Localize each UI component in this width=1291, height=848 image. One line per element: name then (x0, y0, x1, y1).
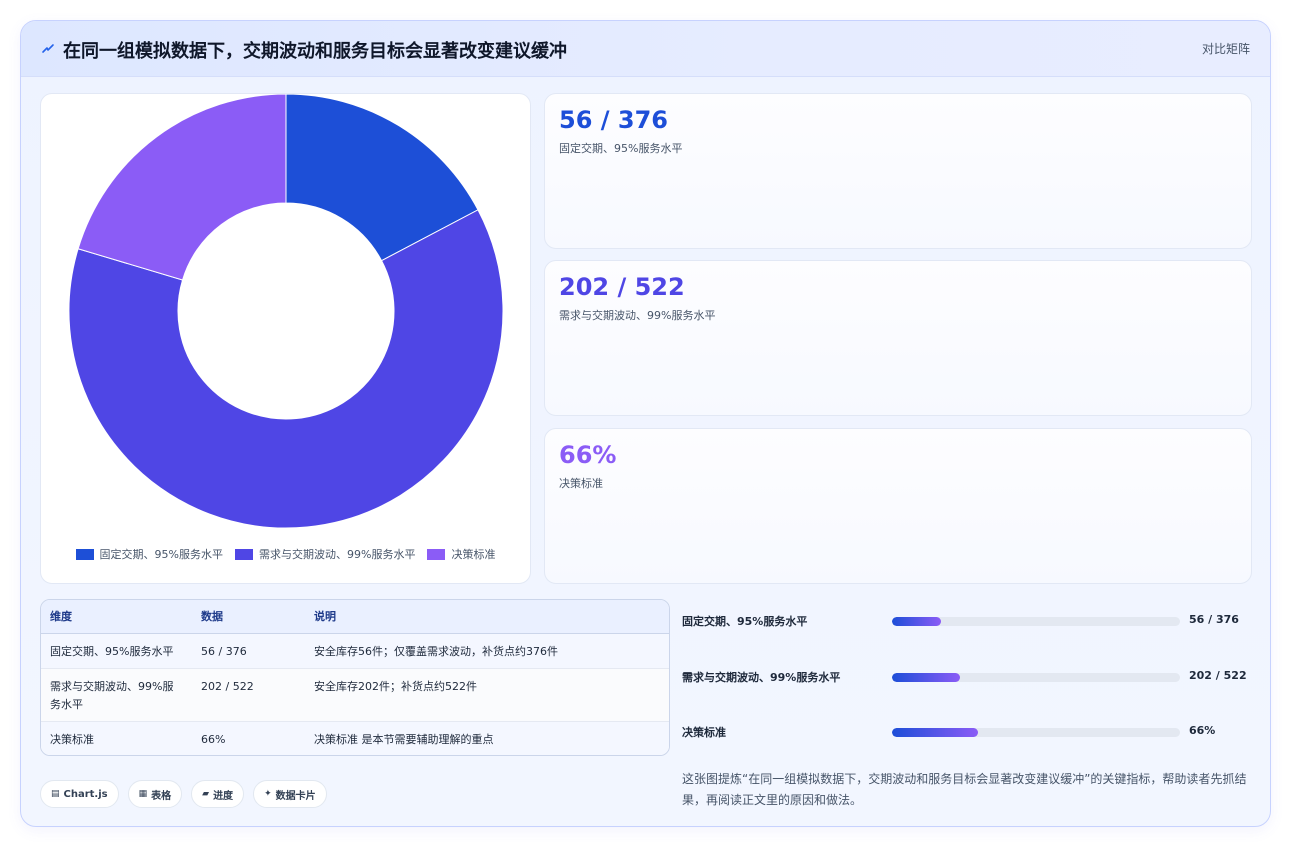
progress-label: 固定交期、95%服务水平 (682, 615, 808, 628)
chart-icon: ▤ (51, 789, 60, 799)
chip-label: 进度 (213, 790, 234, 802)
stat-label: 决策标准 (559, 477, 603, 490)
stat-value: 202 / 522 (559, 273, 685, 301)
table-icon: ▦ (138, 789, 148, 799)
table-cell: 固定交期、95%服务水平 (41, 633, 192, 669)
donut-chart-card: 固定交期、95%服务水平 需求与交期波动、99%服务水平 决策标准 (40, 93, 531, 584)
table-header-row: 维度 数据 说明 (41, 600, 669, 634)
table-cell: 202 / 522 (192, 668, 305, 722)
panel-header: 在同一组模拟数据下，交期波动和服务目标会显著改变建议缓冲 对比矩阵 (21, 21, 1270, 77)
table-cell: 56 / 376 (192, 633, 305, 669)
progress-fill (892, 673, 960, 682)
stat-card: 56 / 376 固定交期、95%服务水平 (544, 93, 1252, 249)
legend-item[interactable]: 决策标准 (427, 546, 495, 562)
donut-chart (68, 94, 504, 529)
progress-row: 固定交期、95%服务水平 56 / 376 (682, 611, 1252, 631)
progress-track (892, 673, 1180, 682)
table-cell: 需求与交期波动、99%服务水平 (41, 668, 192, 722)
report-panel: 在同一组模拟数据下，交期波动和服务目标会显著改变建议缓冲 对比矩阵 固定交期、9… (20, 20, 1271, 827)
data-table: 维度 数据 说明 固定交期、95%服务水平 56 / 376 安全库存56件；仅… (40, 599, 670, 756)
legend-label: 决策标准 (451, 548, 496, 561)
column-header: 说明 (305, 600, 669, 634)
table-row: 需求与交期波动、99%服务水平 202 / 522 安全库存202件；补货点约5… (41, 668, 669, 722)
chip-chartjs[interactable]: ▤ Chart.js (40, 780, 119, 808)
chip-progress[interactable]: ▰ 进度 (191, 780, 245, 808)
progress-value: 56 / 376 (1189, 613, 1239, 626)
progress-value: 66% (1189, 724, 1216, 737)
sparkle-icon: ✦ (264, 789, 272, 799)
progress-fill (892, 617, 941, 626)
lightning-icon (42, 44, 54, 53)
progress-label: 决策标准 (682, 726, 726, 739)
progress-icon: ▰ (202, 789, 210, 799)
legend-swatch (235, 548, 253, 560)
progress-value: 202 / 522 (1189, 669, 1247, 682)
summary-note: 这张图提炼“在同一组模拟数据下，交期波动和服务目标会显著改变建议缓冲”的关键指标… (682, 772, 1247, 807)
table-cell: 决策标准 是本节需要辅助理解的重点 (305, 721, 669, 755)
stat-label: 需求与交期波动、99%服务水平 (559, 309, 716, 322)
table-cell: 决策标准 (41, 721, 192, 755)
progress-row: 需求与交期波动、99%服务水平 202 / 522 (682, 667, 1252, 687)
stat-value: 66% (559, 441, 617, 469)
chip-label: 数据卡片 (275, 790, 316, 802)
chip-label: 表格 (151, 790, 172, 802)
legend-swatch (427, 548, 446, 560)
stat-card: 202 / 522 需求与交期波动、99%服务水平 (544, 260, 1252, 416)
stat-value: 56 / 376 (559, 106, 668, 134)
legend-label: 固定交期、95%服务水平 (99, 548, 223, 561)
chip-table[interactable]: ▦ 表格 (127, 780, 183, 808)
table-cell: 安全库存56件；仅覆盖需求波动，补货点约376件 (305, 633, 669, 669)
progress-row: 决策标准 66% (682, 722, 1252, 742)
legend-item[interactable]: 需求与交期波动、99%服务水平 (235, 546, 415, 562)
progress-fill (892, 728, 979, 737)
progress-label: 需求与交期波动、99%服务水平 (682, 671, 841, 684)
legend-label: 需求与交期波动、99%服务水平 (259, 548, 416, 561)
chip-data-cards[interactable]: ✦ 数据卡片 (253, 780, 327, 808)
chart-legend: 固定交期、95%服务水平 需求与交期波动、99%服务水平 决策标准 (41, 546, 530, 562)
table-cell: 安全库存202件；补货点约522件 (305, 668, 669, 722)
donut-slice[interactable] (77, 94, 287, 281)
progress-track (892, 728, 1180, 737)
stat-card: 66% 决策标准 (544, 428, 1252, 584)
legend-swatch (75, 548, 94, 560)
stat-label: 固定交期、95%服务水平 (559, 142, 683, 155)
progress-track (892, 617, 1180, 626)
legend-item[interactable]: 固定交期、95%服务水平 (75, 546, 223, 562)
column-header: 维度 (41, 600, 192, 634)
table-row: 固定交期、95%服务水平 56 / 376 安全库存56件；仅覆盖需求波动，补货… (41, 633, 669, 669)
column-header: 数据 (192, 600, 305, 634)
table-row: 决策标准 66% 决策标准 是本节需要辅助理解的重点 (41, 721, 669, 755)
tag-chips: ▤ Chart.js ▦ 表格 ▰ 进度 ✦ 数据卡片 (40, 780, 327, 808)
page-title: 在同一组模拟数据下，交期波动和服务目标会显著改变建议缓冲 (63, 41, 567, 62)
chip-label: Chart.js (63, 788, 108, 800)
compare-matrix-link[interactable]: 对比矩阵 (1202, 40, 1250, 57)
table-cell: 66% (192, 721, 305, 755)
